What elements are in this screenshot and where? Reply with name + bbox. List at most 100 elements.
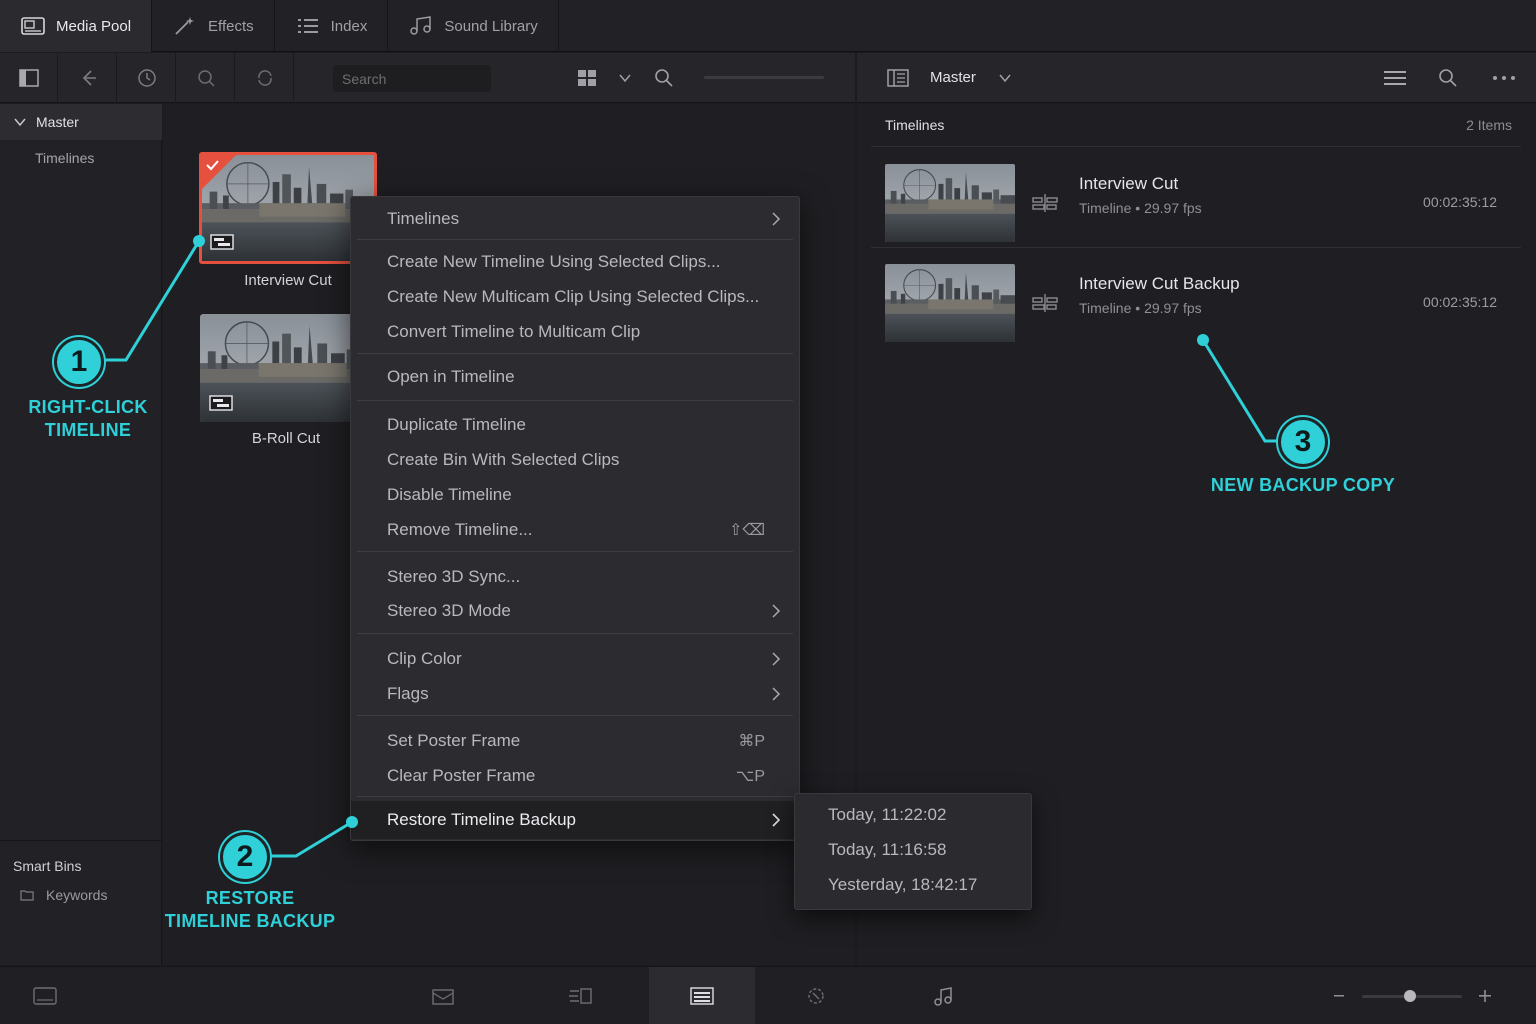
fusion-page-icon — [808, 988, 824, 1004]
sidebar-item-master[interactable]: Master — [0, 104, 162, 140]
list-view-icon[interactable] — [1383, 69, 1407, 87]
media-pool-icon — [21, 17, 45, 35]
chevron-down-icon[interactable] — [999, 73, 1011, 83]
menu-item-stereo-3d-sync[interactable]: Stereo 3D Sync... — [351, 560, 799, 594]
menu-separator — [357, 239, 793, 240]
menu-item-create-new-timeline[interactable]: Create New Timeline Using Selected Clips… — [351, 245, 799, 279]
tab-sound-library[interactable]: Sound Library — [388, 0, 559, 52]
sidebar-toggle-icon — [18, 69, 39, 87]
menu-item-label: Create New Multicam Clip Using Selected … — [387, 287, 760, 306]
zoom-in-icon[interactable] — [1478, 989, 1492, 1003]
menu-separator — [357, 551, 793, 552]
magic-wand-icon — [175, 17, 195, 35]
annotation-line: TIMELINE BACKUP — [164, 911, 336, 931]
menu-item-label: Open in Timeline — [387, 367, 515, 386]
menu-item-create-bin[interactable]: Create Bin With Selected Clips — [351, 443, 799, 477]
annotation-text-2: RESTORE TIMELINE BACKUP — [150, 887, 350, 933]
menu-item-duplicate-timeline[interactable]: Duplicate Timeline — [351, 408, 799, 442]
menu-item-flags[interactable]: Flags — [351, 677, 799, 711]
project-manager-button[interactable] — [0, 967, 90, 1024]
smart-bins-heading: Smart Bins — [13, 858, 82, 874]
fairlight-page-button[interactable] — [890, 967, 996, 1024]
magnifier-circle-icon — [197, 70, 215, 87]
timeline-type-icon — [1032, 194, 1058, 212]
music-notes-icon — [410, 16, 432, 35]
annotation-line: TIMELINE — [44, 420, 132, 440]
grid-view-icon[interactable] — [577, 69, 599, 87]
chevron-down-icon — [14, 118, 26, 127]
zoom-slider-knob[interactable] — [1404, 990, 1416, 1002]
timeline-badge-icon — [210, 234, 234, 250]
edit-page-button[interactable] — [649, 967, 755, 1024]
list-item[interactable]: Interview Cut Backup Timeline • 29.97 fp… — [871, 248, 1521, 348]
sidebar-item-label: Keywords — [46, 887, 108, 903]
more-options-icon[interactable] — [1492, 75, 1516, 81]
clip-attributes-button[interactable] — [118, 53, 176, 103]
search-icon[interactable] — [654, 68, 674, 88]
chevron-right-icon — [772, 212, 781, 226]
bin-selector-label[interactable]: Master — [930, 69, 976, 86]
annotation-line: NEW BACKUP COPY — [1210, 475, 1396, 495]
backup-item[interactable]: Today, 11:22:02 — [828, 805, 946, 825]
annotation-badge-1: 1 — [54, 337, 104, 387]
menu-item-clear-poster-frame[interactable]: Clear Poster Frame ⌥P — [351, 759, 799, 793]
search-input[interactable]: Search — [333, 65, 491, 92]
menu-item-label: Timelines — [387, 209, 460, 228]
menu-item-create-multicam-clip[interactable]: Create New Multicam Clip Using Selected … — [351, 280, 799, 314]
menu-separator — [357, 633, 793, 634]
menu-item-label: Set Poster Frame — [387, 731, 521, 750]
sidebar-item-timelines[interactable]: Timelines — [35, 150, 94, 166]
menu-item-label: Create Bin With Selected Clips — [387, 450, 620, 469]
tab-effects[interactable]: Effects — [152, 0, 275, 52]
bin-panel-icon[interactable] — [887, 68, 909, 88]
annotation-badge-2: 2 — [220, 832, 270, 882]
back-button[interactable] — [59, 53, 117, 103]
chevron-right-icon — [772, 604, 781, 618]
item-count: 2 Items — [1466, 117, 1512, 133]
menu-separator — [357, 353, 793, 354]
menu-shortcut: ⇧⌫ — [728, 522, 765, 539]
annotation-text-1: RIGHT-CLICK TIMELINE — [10, 396, 166, 442]
annotation-badge-3: 3 — [1278, 417, 1328, 467]
chevron-right-icon — [772, 813, 781, 827]
menu-item-open-in-timeline[interactable]: Open in Timeline — [351, 360, 799, 394]
menu-item-label: Create New Timeline Using Selected Clips… — [387, 252, 721, 271]
menu-item-label: Remove Timeline... — [387, 520, 533, 539]
list-item[interactable]: Interview Cut Timeline • 29.97 fps 00:02… — [871, 148, 1521, 248]
menu-item-label: Clear Poster Frame — [387, 766, 536, 785]
backup-item[interactable]: Today, 11:16:58 — [828, 840, 946, 860]
media-pool-icon — [33, 987, 57, 1005]
sidebar-item-keywords[interactable]: Keywords — [20, 887, 107, 903]
tab-label: Index — [330, 17, 368, 35]
zoom-out-icon[interactable] — [1333, 994, 1345, 998]
chevron-down-icon[interactable] — [619, 73, 631, 83]
menu-item-clip-color[interactable]: Clip Color — [351, 642, 799, 676]
menu-item-timelines[interactable]: Timelines — [351, 202, 799, 236]
menu-item-disable-timeline[interactable]: Disable Timeline — [351, 478, 799, 512]
edit-page-icon — [690, 987, 714, 1005]
zoom-search-button[interactable] — [177, 53, 235, 103]
menu-item-set-poster-frame[interactable]: Set Poster Frame ⌘P — [351, 724, 799, 758]
menu-item-remove-timeline[interactable]: Remove Timeline... ⇧⌫ — [351, 513, 799, 547]
menu-item-restore-timeline-backup[interactable]: Restore Timeline Backup — [351, 801, 799, 839]
annotation-line: RIGHT-CLICK — [28, 397, 148, 417]
backup-item[interactable]: Yesterday, 18:42:17 — [828, 875, 977, 895]
menu-item-stereo-3d-mode[interactable]: Stereo 3D Mode — [351, 594, 799, 628]
menu-item-convert-to-multicam[interactable]: Convert Timeline to Multicam Clip — [351, 315, 799, 349]
zoom-slider[interactable] — [1362, 990, 1462, 1002]
top-tab-bar: Media Pool Effects Index Sound Library — [0, 0, 1536, 52]
search-icon[interactable] — [1438, 68, 1458, 88]
row-meta: Timeline • 29.97 fps — [1079, 300, 1202, 316]
toggle-sidebar-button[interactable] — [0, 53, 58, 103]
clip-name: B-Roll Cut — [251, 430, 321, 447]
tab-index[interactable]: Index — [275, 0, 389, 52]
fusion-page-button[interactable] — [763, 967, 869, 1024]
sync-button[interactable] — [236, 53, 294, 103]
menu-item-label: Flags — [387, 684, 429, 703]
sidebar-divider — [0, 840, 162, 841]
cut-page-icon — [569, 988, 592, 1004]
cut-page-button[interactable] — [527, 967, 633, 1024]
media-page-button[interactable] — [390, 967, 496, 1024]
tab-media-pool[interactable]: Media Pool — [0, 0, 153, 52]
thumbnail-size-slider[interactable] — [704, 76, 824, 79]
